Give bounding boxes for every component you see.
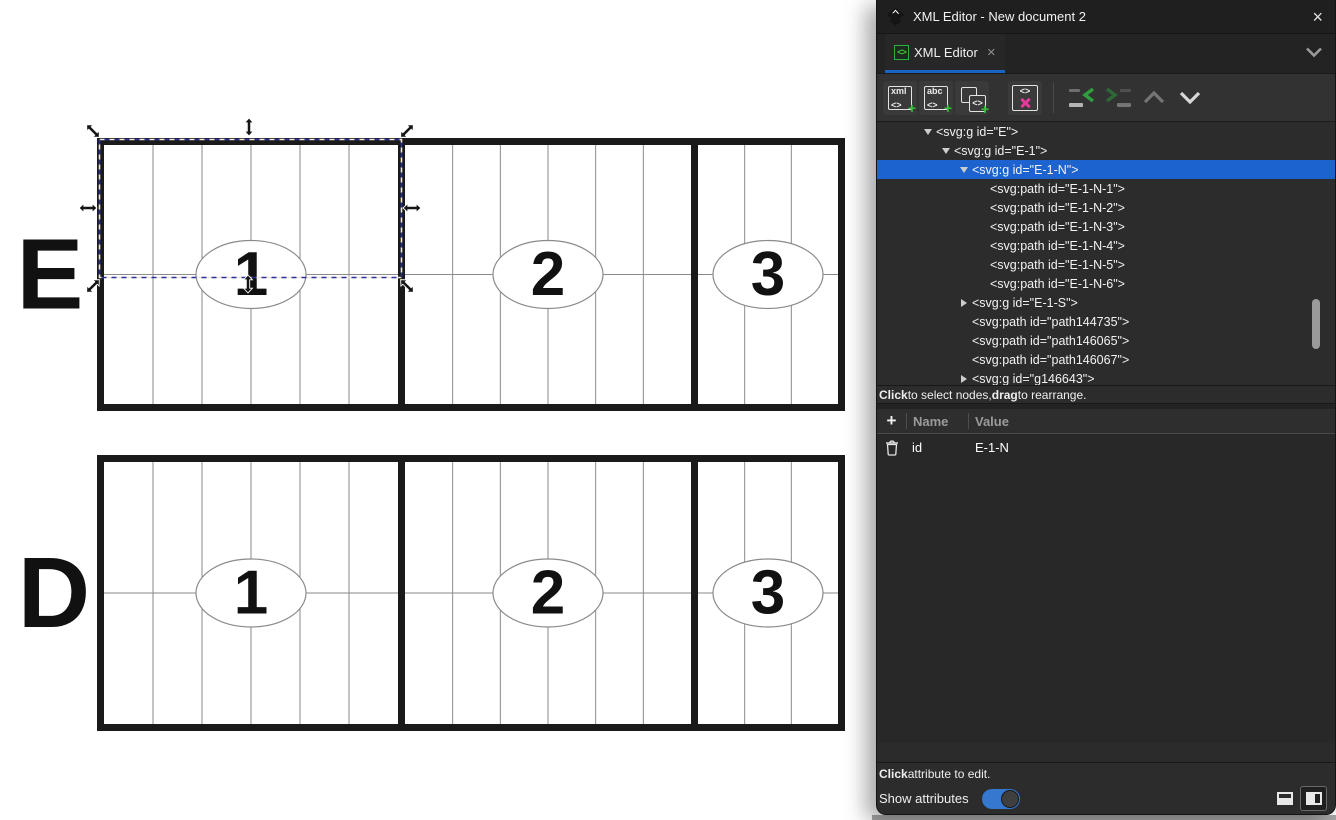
- scale-handle-arrow[interactable]: [403, 204, 421, 213]
- collapse-triangle-icon[interactable]: [956, 375, 972, 383]
- close-icon[interactable]: ×: [1312, 8, 1323, 26]
- section-number: 3: [751, 559, 785, 628]
- inkscape-logo-icon: [886, 7, 905, 26]
- xml-node-tree[interactable]: <svg:g id="E"> <svg:g id="E-1"> <svg:g id=…: [877, 121, 1335, 385]
- section-number: 1: [234, 559, 268, 628]
- tab-bar: <> XML Editor ×: [877, 33, 1335, 73]
- trash-icon: [885, 440, 899, 456]
- move-node-up-button[interactable]: [1137, 81, 1171, 115]
- attribute-table: id E-1-N: [877, 434, 1335, 743]
- xml-node-text: <svg:path id="E-1-N-4">: [990, 239, 1125, 253]
- tab-xml-editor[interactable]: <> XML Editor ×: [885, 34, 1005, 73]
- add-attribute-button[interactable]: +: [877, 411, 906, 431]
- xml-node-text: <svg:path id="E-1-N-1">: [990, 182, 1125, 196]
- xml-tree-node[interactable]: <svg:g id="E-1-N">: [877, 160, 1335, 179]
- delete-node-button[interactable]: <>: [1008, 81, 1042, 115]
- tab-label: XML Editor: [914, 45, 978, 60]
- section-number: 1: [234, 240, 268, 309]
- new-text-node-button[interactable]: abc <> +: [919, 81, 953, 115]
- xml-tree-node[interactable]: <svg:path id="E-1-N-3">: [877, 217, 1335, 236]
- xml-tree-node[interactable]: <svg:g id="E-1">: [877, 141, 1335, 160]
- xml-tree-node[interactable]: <svg:g id="E-1-S">: [877, 293, 1335, 312]
- expand-triangle-icon[interactable]: [938, 148, 954, 154]
- indent-node-button[interactable]: [1101, 81, 1135, 115]
- attribute-hint: Click attribute to edit.: [879, 766, 1327, 782]
- xml-node-text: <svg:g id="E">: [936, 125, 1018, 139]
- collapse-triangle-icon[interactable]: [956, 299, 972, 307]
- toolbar-separator: [1053, 83, 1054, 113]
- xml-tree-node[interactable]: <svg:path id="path144735">: [877, 312, 1335, 331]
- xml-node-text: <svg:path id="path146065">: [972, 334, 1129, 348]
- xml-node-text: <svg:path id="path146067">: [972, 353, 1129, 367]
- new-element-node-icon: xml <> +: [888, 86, 912, 110]
- section-number: 2: [531, 240, 565, 309]
- svg-document[interactable]: 1 2 3 E 1 2 3 D: [0, 0, 876, 820]
- xml-node-text: <svg:path id="E-1-N-5">: [990, 258, 1125, 272]
- unindent-node-icon: [1069, 88, 1095, 108]
- attribute-table-header: + Name Value: [877, 409, 1335, 434]
- new-text-node-icon: abc <> +: [924, 86, 948, 110]
- show-attributes-toggle[interactable]: [982, 789, 1020, 809]
- xml-node-text: <svg:g id="E-1">: [954, 144, 1047, 158]
- chevron-down-icon[interactable]: [1305, 46, 1323, 61]
- xml-node-text: <svg:path id="E-1-N-3">: [990, 220, 1125, 234]
- xml-tree-node[interactable]: <svg:path id="E-1-N-2">: [877, 198, 1335, 217]
- attribute-name-header: Name: [907, 414, 968, 429]
- xml-tree-node[interactable]: <svg:path id="E-1-N-4">: [877, 236, 1335, 255]
- attribute-row[interactable]: id E-1-N: [877, 434, 1335, 461]
- xml-node-text: <svg:path id="path144735">: [972, 315, 1129, 329]
- scale-handle-arrow[interactable]: [245, 118, 254, 136]
- xml-tag-icon: <>: [894, 45, 909, 60]
- dialog-footer: Click attribute to edit. Show attributes: [877, 762, 1335, 814]
- expand-triangle-icon[interactable]: [956, 167, 972, 173]
- indent-node-icon: [1105, 88, 1131, 108]
- scale-handle-arrow[interactable]: [398, 122, 417, 141]
- layout-horizontal-icon: [1277, 792, 1293, 805]
- window-bottom-strip: [872, 815, 1336, 820]
- show-attributes-label: Show attributes: [879, 791, 969, 806]
- layout-horizontal-button[interactable]: [1272, 787, 1297, 810]
- section-number: 2: [531, 559, 565, 628]
- tab-close-icon[interactable]: ×: [987, 45, 996, 60]
- move-up-icon: [1143, 91, 1165, 104]
- xml-tree-node[interactable]: <svg:path id="E-1-N-1">: [877, 179, 1335, 198]
- move-down-icon: [1179, 91, 1201, 104]
- duplicate-node-button[interactable]: <> +: [955, 81, 989, 115]
- scale-handle-arrow[interactable]: [84, 122, 103, 141]
- xml-editor-dialog: XML Editor - New document 2 × <> XML Edi…: [876, 0, 1336, 815]
- xml-tree-node[interactable]: <svg:g id="g146643">: [877, 369, 1335, 385]
- duplicate-node-icon: <> +: [957, 83, 987, 113]
- xml-node-text: <svg:path id="E-1-N-6">: [990, 277, 1125, 291]
- xml-tree-node[interactable]: <svg:path id="path146067">: [877, 350, 1335, 369]
- drawing-canvas[interactable]: 1 2 3 E 1 2 3 D: [0, 0, 876, 820]
- attribute-name[interactable]: id: [906, 440, 968, 455]
- xml-node-text: <svg:g id="E-1-S">: [972, 296, 1078, 310]
- xml-toolbar: xml <> + abc <> + <> + <>: [877, 73, 1335, 121]
- xml-tree-node[interactable]: <svg:g id="E">: [877, 122, 1335, 141]
- dialog-title: XML Editor - New document 2: [913, 9, 1086, 24]
- xml-tree-node[interactable]: <svg:path id="path146065">: [877, 331, 1335, 350]
- xml-tree-node[interactable]: <svg:path id="E-1-N-6">: [877, 274, 1335, 293]
- scale-handle-arrow[interactable]: [79, 204, 97, 213]
- row-label: E: [17, 219, 84, 331]
- xml-node-text: <svg:path id="E-1-N-2">: [990, 201, 1125, 215]
- layout-vertical-icon: [1306, 792, 1322, 805]
- new-element-node-button[interactable]: xml <> +: [883, 81, 917, 115]
- delete-node-icon: <>: [1012, 85, 1038, 111]
- xml-node-text: <svg:g id="g146643">: [972, 372, 1095, 386]
- attribute-value[interactable]: E-1-N: [968, 440, 1009, 455]
- attribute-value-header: Value: [969, 414, 1009, 429]
- layout-vertical-button[interactable]: [1300, 786, 1327, 811]
- tree-scrollbar-thumb[interactable]: [1312, 299, 1320, 349]
- row-label: D: [18, 537, 90, 649]
- section-number: 3: [751, 240, 785, 309]
- delete-attribute-button[interactable]: [877, 440, 906, 456]
- dialog-titlebar[interactable]: XML Editor - New document 2 ×: [877, 0, 1335, 33]
- expand-triangle-icon[interactable]: [920, 129, 936, 135]
- tree-hint: Click to select nodes, drag to rearrange…: [877, 385, 1335, 403]
- move-node-down-button[interactable]: [1173, 81, 1207, 115]
- xml-node-text: <svg:g id="E-1-N">: [972, 163, 1079, 177]
- unindent-node-button[interactable]: [1065, 81, 1099, 115]
- xml-tree-node[interactable]: <svg:path id="E-1-N-5">: [877, 255, 1335, 274]
